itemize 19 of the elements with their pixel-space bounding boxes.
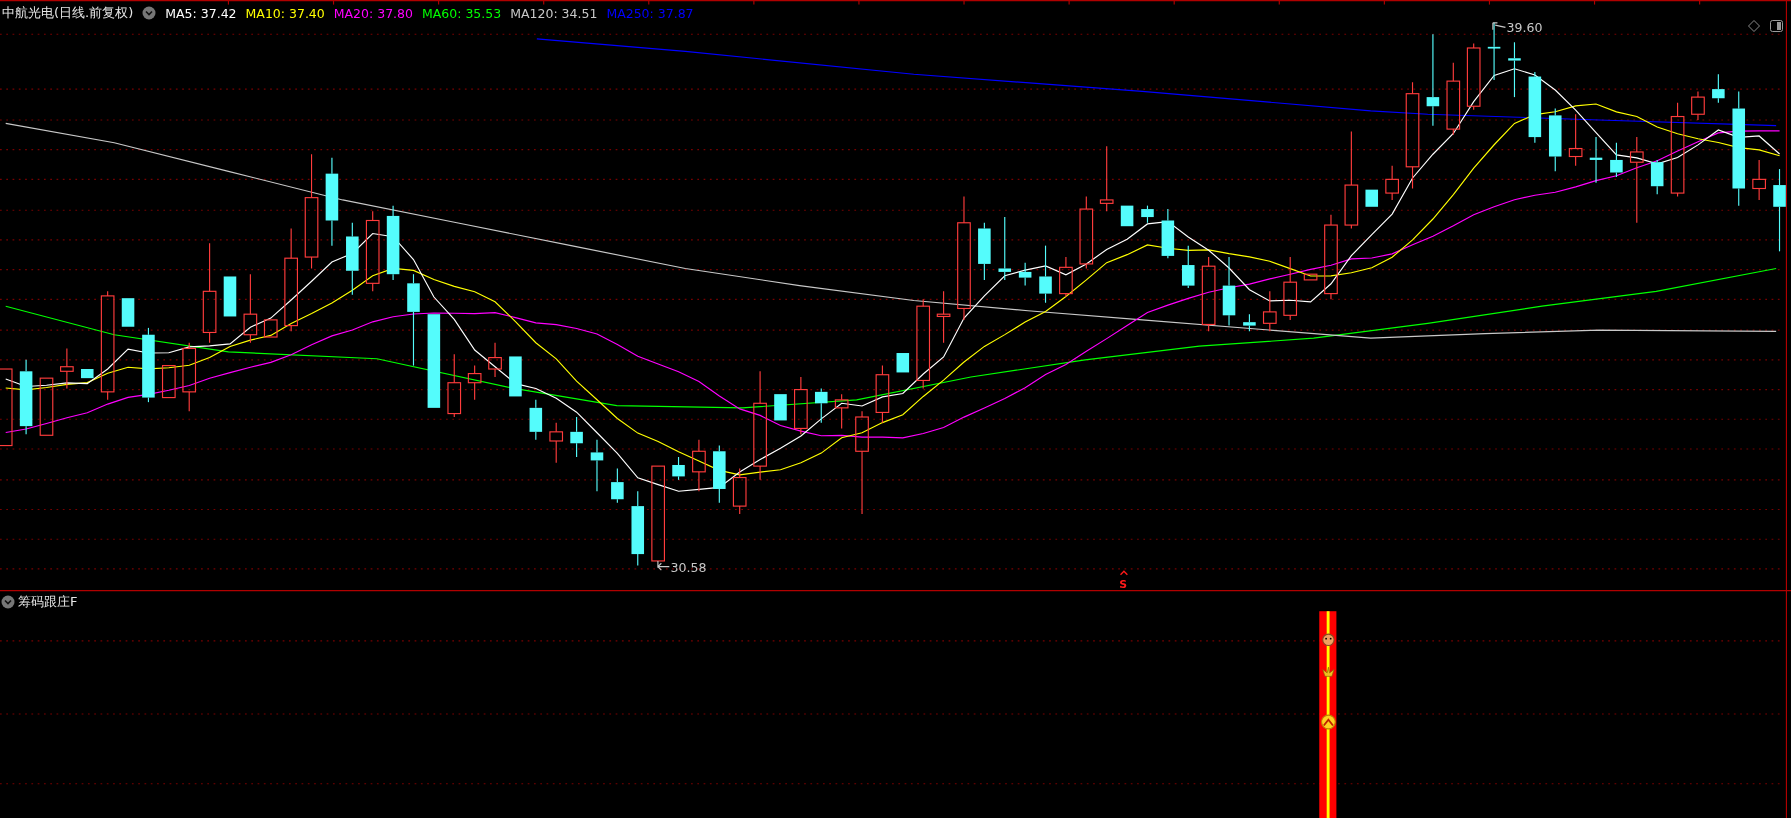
moving-average-value: MA120: 34.51 <box>510 5 598 21</box>
moving-average-value: MA250: 37.87 <box>606 5 694 21</box>
high-price-label: 39.60 <box>1506 20 1543 35</box>
low-price-label: 30.58 <box>670 560 707 576</box>
indicator-title: 筹码跟庄F <box>18 593 78 611</box>
dropdown-icon[interactable] <box>1 595 15 609</box>
caret-icon <box>1119 570 1129 576</box>
dropdown-icon[interactable] <box>142 6 157 20</box>
moving-average-value: MA60: 35.53 <box>422 5 502 21</box>
panel-toggle-icon[interactable] <box>1770 20 1783 32</box>
leader-line <box>657 560 670 571</box>
face-icon <box>1322 633 1335 647</box>
moving-average-value: MA5: 37.42 <box>165 5 237 21</box>
leader-line <box>1492 22 1506 31</box>
moving-average-value: MA20: 37.80 <box>333 5 413 21</box>
stock-title: 中航光电(日线.前复权) <box>2 4 134 22</box>
moving-average-value: MA10: 37.40 <box>245 5 325 21</box>
signal-marker: S <box>1119 578 1128 592</box>
chevron-circle-icon <box>1321 714 1336 730</box>
